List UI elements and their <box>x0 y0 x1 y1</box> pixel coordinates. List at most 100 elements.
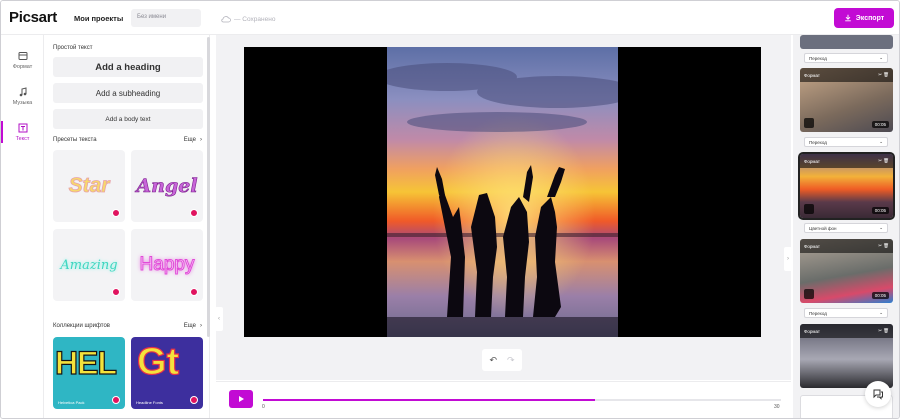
crop-icon[interactable] <box>804 118 814 128</box>
font-collection-headline[interactable]: Gt Headline Fonts <box>131 337 203 409</box>
add-subheading-button[interactable]: Add a subheading <box>53 83 203 103</box>
preset-amazing[interactable]: Amazing <box>53 229 125 301</box>
collapse-panel-handle[interactable]: ‹ <box>215 307 223 331</box>
scene-format-label[interactable]: Формат <box>804 73 820 78</box>
text-panel: Простой текст Add a heading Add a subhea… <box>44 35 210 418</box>
scene-header: Формат ✂ 🗑 <box>800 154 893 168</box>
chat-icon <box>873 389 883 400</box>
preset-text: Happy <box>139 254 195 276</box>
rail-item-label: Формат <box>12 63 33 70</box>
simple-text-title: Простой текст <box>53 45 93 51</box>
transition-select[interactable]: Переход ⌄ <box>804 53 888 63</box>
scene-3[interactable]: Формат ✂ 🗑 00:05 <box>800 239 893 303</box>
font-preview: Gt <box>136 340 180 383</box>
scene-duration: 00:05 <box>871 292 889 299</box>
scene-partial[interactable] <box>800 35 893 49</box>
fonts-more-label: Еще <box>183 323 196 329</box>
chevron-down-icon: ⌄ <box>879 139 883 144</box>
export-label: Экспорт <box>855 14 885 22</box>
text-icon <box>18 123 27 132</box>
add-heading-button[interactable]: Add a heading <box>53 57 203 77</box>
scene-header: Формат ✂ 🗑 <box>800 239 893 253</box>
help-chat-button[interactable] <box>865 381 891 407</box>
scene-2-selected[interactable]: Формат ✂ 🗑 00:05 <box>798 152 895 220</box>
chevron-down-icon: ⌄ <box>879 310 883 315</box>
rail-item-music[interactable]: Музыка <box>1 79 44 113</box>
premium-badge-icon <box>112 209 120 217</box>
picsart-logo[interactable]: Picsart <box>9 9 57 26</box>
transition-select[interactable]: Цветной фон ⌄ <box>804 223 888 233</box>
rail-item-label: Музыка <box>12 99 33 106</box>
history-controls: ↶ ↷ <box>482 349 522 371</box>
transition-select[interactable]: Переход ⌄ <box>804 137 888 147</box>
top-bar: Picsart Мои проекты Без имени — Сохранен… <box>1 1 899 35</box>
scene-actions: ✂ 🗑 <box>878 72 889 77</box>
transition-label: Переход <box>809 55 827 61</box>
redo-icon[interactable]: ↷ <box>507 355 515 366</box>
fonts-more-link[interactable]: Еще › <box>184 323 202 329</box>
scene-actions: ✂ 🗑 <box>878 328 889 333</box>
transition-select[interactable]: Переход ⌄ <box>804 308 888 318</box>
project-name-input[interactable]: Без имени <box>131 9 201 27</box>
preset-happy[interactable]: Happy <box>131 229 203 301</box>
play-icon <box>239 396 244 402</box>
preset-star[interactable]: Star <box>53 150 125 222</box>
chevron-right-icon: › <box>200 323 202 329</box>
crop-icon[interactable] <box>804 289 814 299</box>
premium-badge-icon <box>112 288 120 296</box>
scene-format-label[interactable]: Формат <box>804 329 820 334</box>
premium-badge-icon <box>190 396 198 404</box>
sunset-photo <box>387 47 618 337</box>
scene-format-label[interactable]: Формат <box>804 244 820 249</box>
transition-label: Переход <box>809 139 827 145</box>
export-button[interactable]: Экспорт <box>834 8 894 28</box>
collapse-scenes-handle[interactable]: › <box>784 247 792 271</box>
font-collection-helvetica[interactable]: HEL Helvetica Pack <box>53 337 125 409</box>
left-rail: Формат Музыка Текст <box>1 35 44 418</box>
font-collection-name: Helvetica Pack <box>58 400 85 405</box>
chevron-down-icon: ⌄ <box>879 225 883 230</box>
scene-duration: 00:05 <box>871 121 889 128</box>
save-status: — Сохранено <box>221 15 275 23</box>
crop-icon[interactable] <box>804 204 814 214</box>
presets-more-link[interactable]: Еще › <box>184 137 202 143</box>
play-button[interactable] <box>229 390 253 408</box>
save-status-text: — Сохранено <box>234 15 276 23</box>
preset-text: Angel <box>136 175 198 198</box>
font-preview: HEL <box>54 344 117 381</box>
scene-1[interactable]: Формат ✂ 🗑 00:05 <box>800 68 893 132</box>
scene-actions: ✂ 🗑 <box>878 243 889 248</box>
panel-scrollbar[interactable] <box>207 37 210 337</box>
chevron-right-icon: › <box>200 137 202 143</box>
preset-text: Amazing <box>60 257 118 273</box>
font-collection-name: Headline Fonts <box>136 400 163 405</box>
premium-badge-icon <box>190 288 198 296</box>
timeline-end: 30 <box>774 404 780 410</box>
music-icon <box>19 86 26 96</box>
format-icon <box>18 51 27 60</box>
scene-header: Формат ✂ 🗑 <box>800 68 893 82</box>
scene-header: Формат ✂ 🗑 <box>800 324 893 338</box>
presets-title: Пресеты текста <box>53 137 97 143</box>
chevron-down-icon: ⌄ <box>879 55 883 60</box>
timeline-progress <box>263 399 595 401</box>
presets-more-label: Еще <box>183 137 196 143</box>
scene-format-label[interactable]: Формат <box>804 159 820 164</box>
rail-item-format[interactable]: Формат <box>1 43 44 77</box>
video-frame-image[interactable] <box>387 47 618 337</box>
cloud-icon <box>221 16 231 23</box>
scene-actions: ✂ 🗑 <box>878 158 889 163</box>
premium-badge-icon <box>190 209 198 217</box>
preset-angel[interactable]: Angel <box>131 150 203 222</box>
my-projects-link[interactable]: Мои проекты <box>74 14 123 23</box>
scene-duration: 00:05 <box>871 207 889 214</box>
scene-4[interactable]: Формат ✂ 🗑 <box>800 324 893 388</box>
fonts-title: Коллекции шрифтов <box>53 323 110 329</box>
rail-item-text[interactable]: Текст <box>1 115 44 149</box>
rail-item-label: Текст <box>15 135 30 142</box>
timeline-start: 0 <box>262 404 265 410</box>
undo-icon[interactable]: ↶ <box>489 355 497 366</box>
add-body-button[interactable]: Add a body text <box>53 109 203 129</box>
transition-label: Переход <box>809 310 827 316</box>
preset-text: Star <box>68 174 110 198</box>
